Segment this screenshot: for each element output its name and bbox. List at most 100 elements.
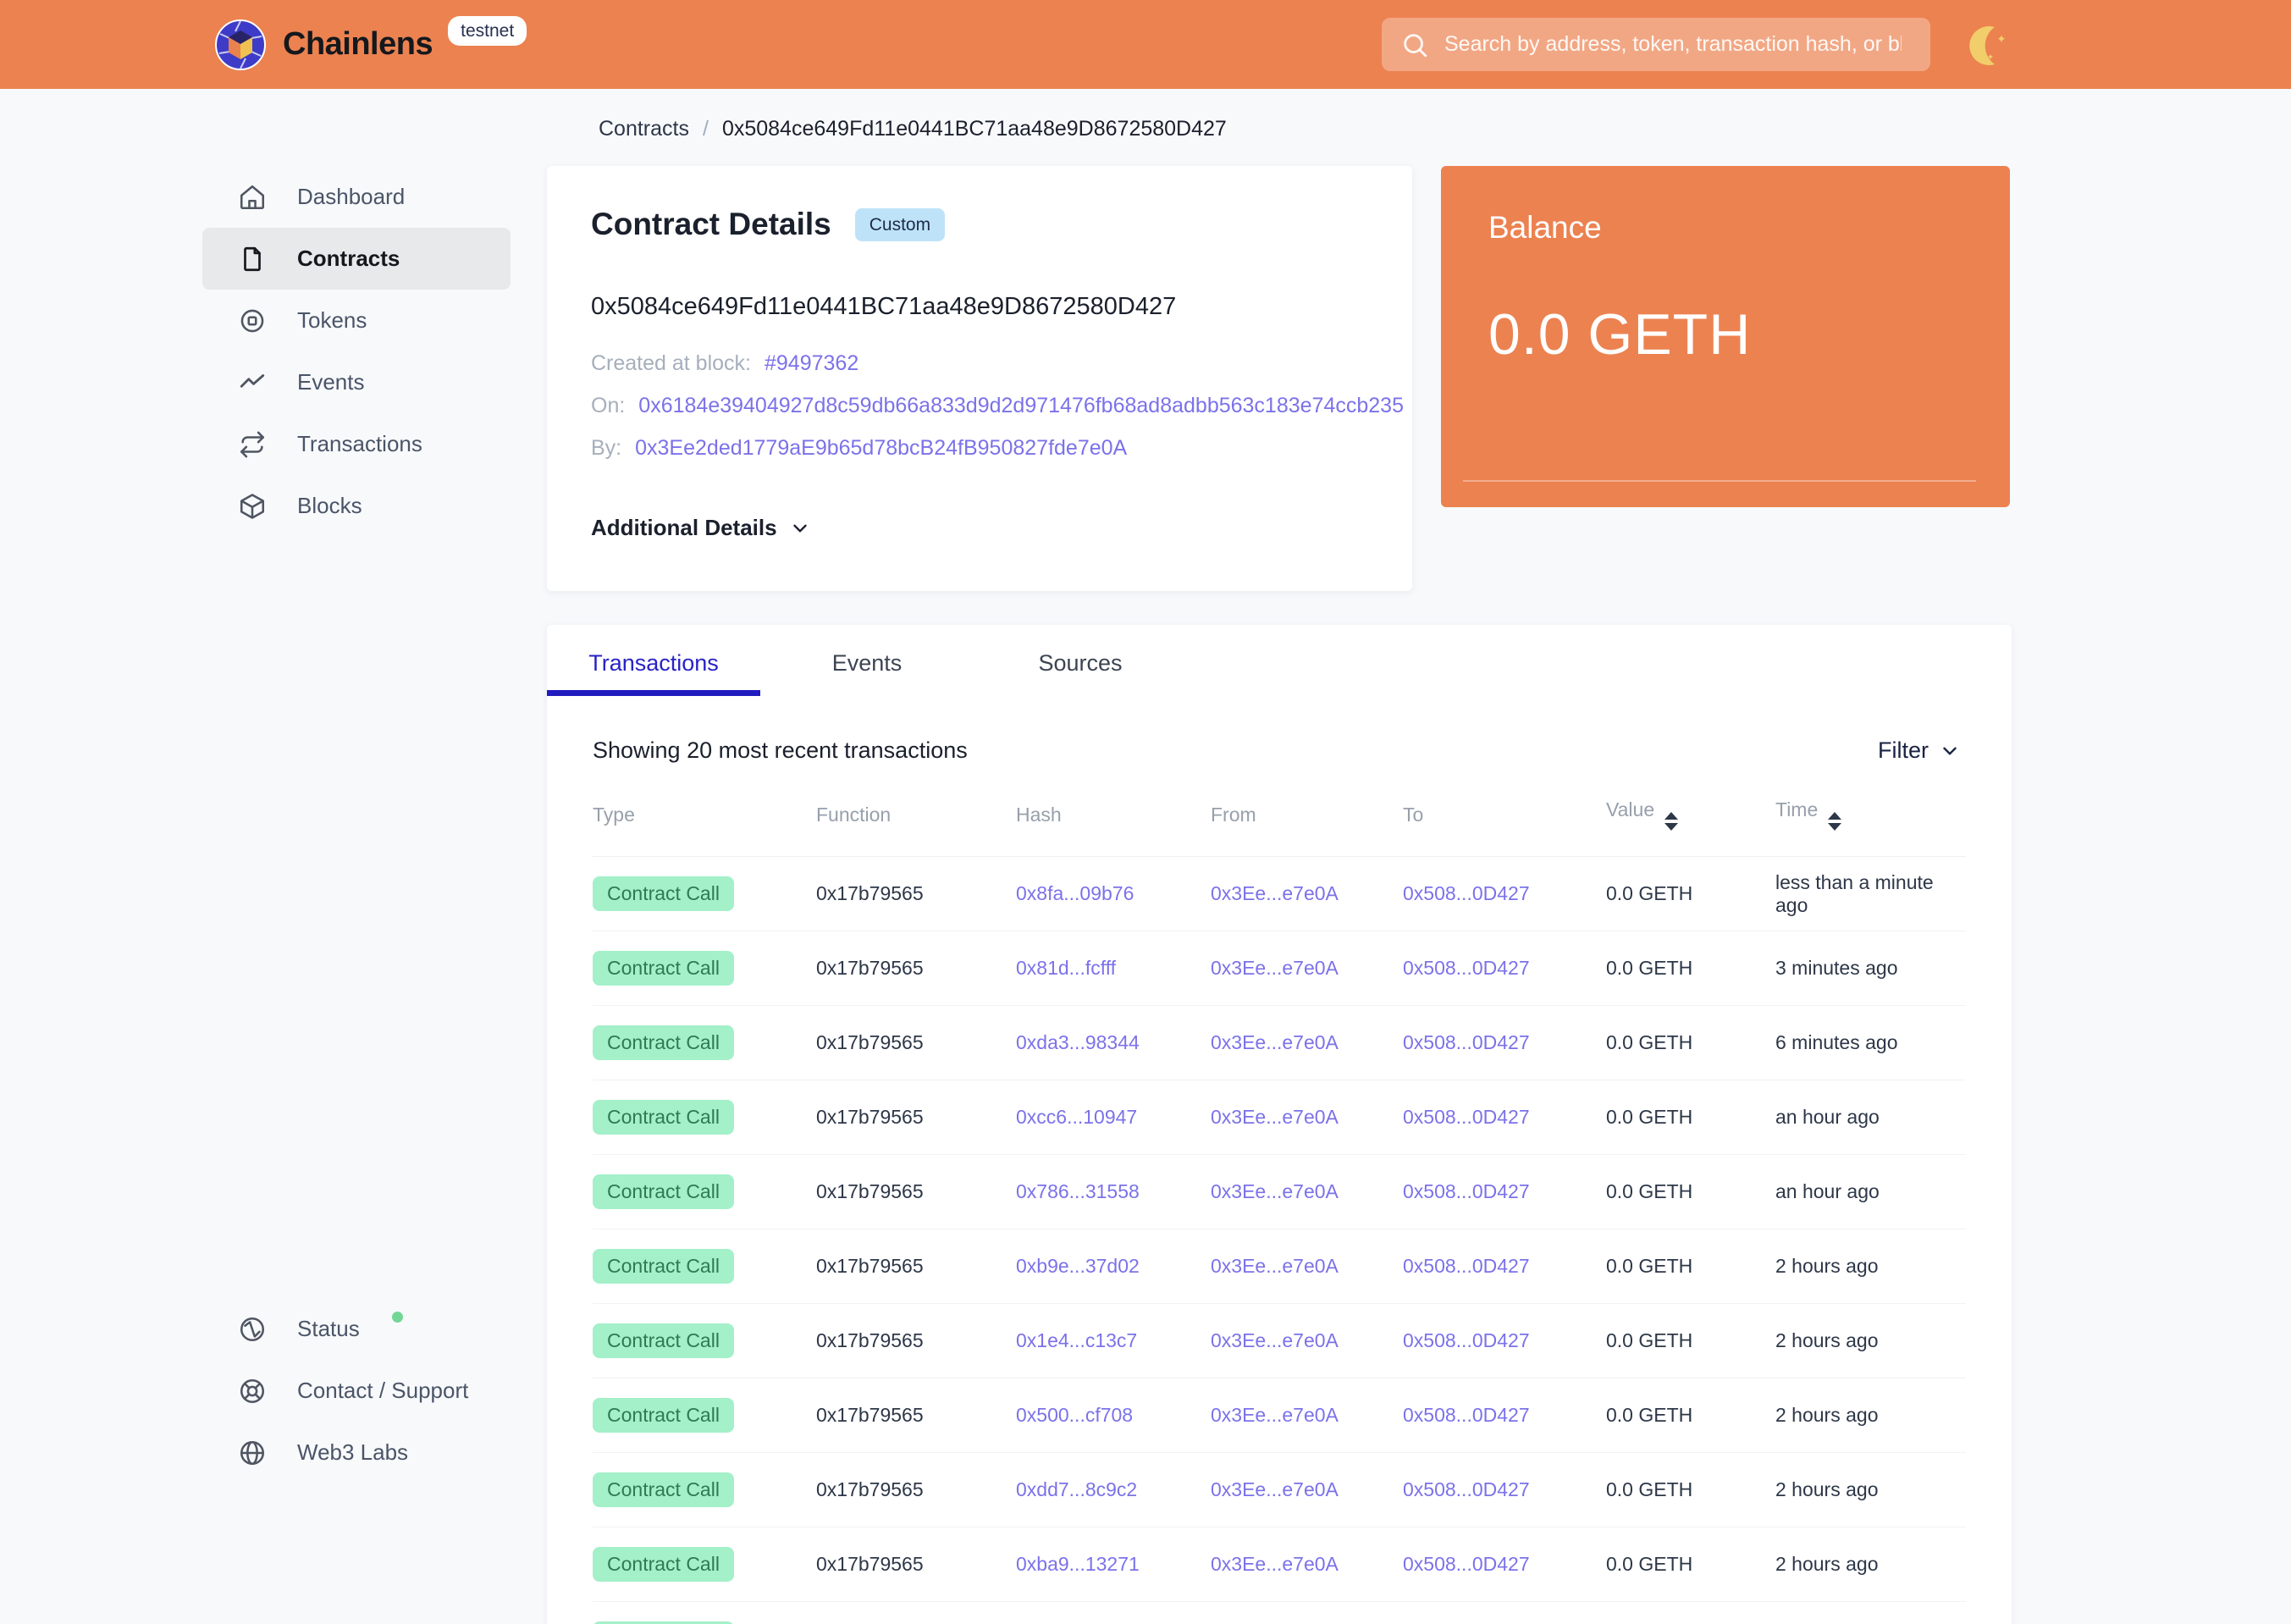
sidebar-item-tokens[interactable]: Tokens — [202, 290, 511, 351]
tx-hash-link[interactable]: 0xb9e...37d02 — [1016, 1255, 1140, 1277]
tx-to-link[interactable]: 0x508...0D427 — [1403, 1106, 1530, 1128]
dark-mode-toggle[interactable] — [1963, 20, 2017, 71]
column-header-type: Type — [593, 798, 816, 857]
tx-from-link[interactable]: 0x3Ee...e7e0A — [1211, 1478, 1339, 1500]
tx-to-link[interactable]: 0x508...0D427 — [1403, 1478, 1530, 1500]
page-title: Contract Details — [591, 207, 831, 241]
chevron-down-icon — [1943, 747, 1957, 754]
document-icon — [244, 246, 261, 271]
brand-name: Chainlens — [283, 26, 433, 62]
brand[interactable]: Chainlens testnet — [213, 0, 527, 89]
tx-hash-link[interactable]: 0x8fa...09b76 — [1016, 882, 1134, 904]
sidebar-item-label: Web3 Labs — [297, 1439, 409, 1465]
tx-to-link[interactable]: 0x508...0D427 — [1403, 957, 1530, 979]
column-header-value: Value — [1606, 798, 1775, 857]
tx-to-link[interactable]: 0x508...0D427 — [1403, 1031, 1530, 1053]
tx-hash-link[interactable]: 0x1e4...c13c7 — [1016, 1329, 1137, 1351]
tx-from-link[interactable]: 0x3Ee...e7e0A — [1211, 1404, 1339, 1426]
column-header-from: From — [1211, 798, 1403, 857]
tx-hash-link[interactable]: 0x500...cf708 — [1016, 1404, 1133, 1426]
transaction-row: Contract Call 0x17b79565 0xda3...98344 0… — [593, 1005, 1966, 1080]
sidebar-item-label: Events — [297, 369, 365, 395]
tx-function: 0x17b79565 — [816, 1080, 1016, 1155]
tx-from-link[interactable]: 0x3Ee...e7e0A — [1211, 1255, 1339, 1277]
tx-value: 0.0 GETH — [1606, 931, 1775, 1006]
tx-type-badge: Contract Call — [593, 1398, 734, 1433]
sidebar-item-blocks[interactable]: Blocks — [202, 475, 511, 537]
tx-to-link[interactable]: 0x508...0D427 — [1403, 1553, 1530, 1575]
additional-details-label: Additional Details — [591, 515, 777, 540]
sidebar-item-contracts[interactable]: Contracts — [202, 228, 511, 290]
tx-from-link[interactable]: 0x3Ee...e7e0A — [1211, 882, 1339, 904]
tx-to-link[interactable]: 0x508...0D427 — [1403, 1329, 1530, 1351]
search-input[interactable] — [1443, 31, 1903, 58]
custom-badge: Custom — [854, 207, 946, 241]
app-header: Chainlens testnet — [0, 0, 2291, 89]
sidebar-item-contact-support[interactable]: Contact / Support — [202, 1360, 511, 1422]
filter-button[interactable]: Filter — [1873, 737, 1966, 765]
sidebar-footer: Status Contact / Support Web3 Labs — [202, 1298, 511, 1483]
tx-type-badge: Contract Call — [593, 1025, 734, 1060]
sidebar-item-status[interactable]: Status — [202, 1298, 511, 1360]
tx-type-badge: Contract Call — [593, 1100, 734, 1135]
tx-value: 0.0 GETH — [1606, 1229, 1775, 1304]
tx-to-link[interactable]: 0x508...0D427 — [1403, 1255, 1530, 1277]
sidebar-item-transactions[interactable]: Transactions — [202, 413, 511, 475]
tx-type-badge: Contract Call — [593, 1472, 734, 1507]
chainlens-logo-icon — [215, 19, 266, 70]
tx-value: 0.0 GETH — [1606, 1005, 1775, 1080]
home-icon — [240, 185, 265, 209]
created-block-link[interactable]: #9497362 — [765, 351, 858, 376]
search-bar[interactable] — [1382, 18, 1930, 71]
tx-hash-link[interactable]: 0x786...31558 — [1016, 1180, 1140, 1202]
sort-value-icon[interactable] — [1664, 812, 1679, 831]
breadcrumb: Contracts / 0x5084ce649Fd11e0441BC71aa48… — [599, 117, 1227, 141]
tx-from-link[interactable]: 0x3Ee...e7e0A — [1211, 1180, 1339, 1202]
tx-from-link[interactable]: 0x3Ee...e7e0A — [1211, 1553, 1339, 1575]
repeat-icon — [240, 431, 265, 457]
column-header-to: To — [1403, 798, 1606, 857]
tx-hash-link[interactable]: 0xdd7...8c9c2 — [1016, 1478, 1137, 1500]
transactions-card: Transactions Events Sources Showing 20 m… — [547, 625, 2012, 1624]
creation-tx-hash-link[interactable]: 0x6184e39404927d8c59db66a833d9d2d971476f… — [638, 394, 1404, 418]
tx-time: 2 hours ago — [1775, 1527, 1966, 1602]
creator-address-link[interactable]: 0x3Ee2ded1779aE9b65d78bcB24fB950827fde7e… — [635, 436, 1127, 461]
tx-type-badge: Contract Call — [593, 1323, 734, 1358]
tx-to-link[interactable]: 0x508...0D427 — [1403, 1180, 1530, 1202]
tab-events[interactable]: Events — [760, 625, 974, 696]
tx-function: 0x17b79565 — [816, 1154, 1016, 1229]
tx-from-link[interactable]: 0x3Ee...e7e0A — [1211, 1031, 1339, 1053]
sort-time-icon[interactable] — [1828, 812, 1842, 831]
sidebar-item-web3-labs[interactable]: Web3 Labs — [202, 1422, 511, 1483]
table-header-row: Type Function Hash From To Value Time — [593, 798, 1966, 857]
tab-transactions[interactable]: Transactions — [547, 625, 760, 696]
tx-hash-link[interactable]: 0x81d...fcfff — [1016, 957, 1116, 979]
tx-to-link[interactable]: 0x508...0D427 — [1403, 1404, 1530, 1426]
tx-function — [816, 1601, 1016, 1624]
tx-hash-link[interactable]: 0xcc6...10947 — [1016, 1106, 1137, 1128]
breadcrumb-contracts-link[interactable]: Contracts — [599, 117, 689, 141]
column-header-function: Function — [816, 798, 1016, 857]
tx-from-link[interactable]: 0x3Ee...e7e0A — [1211, 1106, 1339, 1128]
moon-icon — [1969, 25, 2006, 66]
tx-hash-link[interactable]: 0xda3...98344 — [1016, 1031, 1140, 1053]
tx-time — [1775, 1601, 1966, 1624]
balance-divider — [1463, 480, 1976, 482]
additional-details-toggle[interactable]: Additional Details — [591, 515, 811, 541]
transactions-summary: Showing 20 most recent transactions — [593, 737, 968, 763]
sidebar-item-events[interactable]: Events — [202, 351, 511, 413]
tx-time: 2 hours ago — [1775, 1229, 1966, 1304]
transaction-row: Contract Call 0x17b79565 0x81d...fcfff 0… — [593, 931, 1966, 1006]
on-label: On: — [591, 394, 626, 417]
tx-function: 0x17b79565 — [816, 1229, 1016, 1304]
tx-hash-link[interactable]: 0xba9...13271 — [1016, 1553, 1140, 1575]
column-header-time: Time — [1775, 798, 1966, 857]
tab-sources[interactable]: Sources — [974, 625, 1187, 696]
sidebar-item-dashboard[interactable]: Dashboard — [202, 166, 511, 228]
tx-to-link[interactable]: 0x508...0D427 — [1403, 882, 1530, 904]
tx-function: 0x17b79565 — [816, 1452, 1016, 1527]
breadcrumb-separator: / — [702, 117, 709, 141]
tx-from-link[interactable]: 0x3Ee...e7e0A — [1211, 957, 1339, 979]
tx-from-link[interactable]: 0x3Ee...e7e0A — [1211, 1329, 1339, 1351]
tx-time: 2 hours ago — [1775, 1303, 1966, 1378]
